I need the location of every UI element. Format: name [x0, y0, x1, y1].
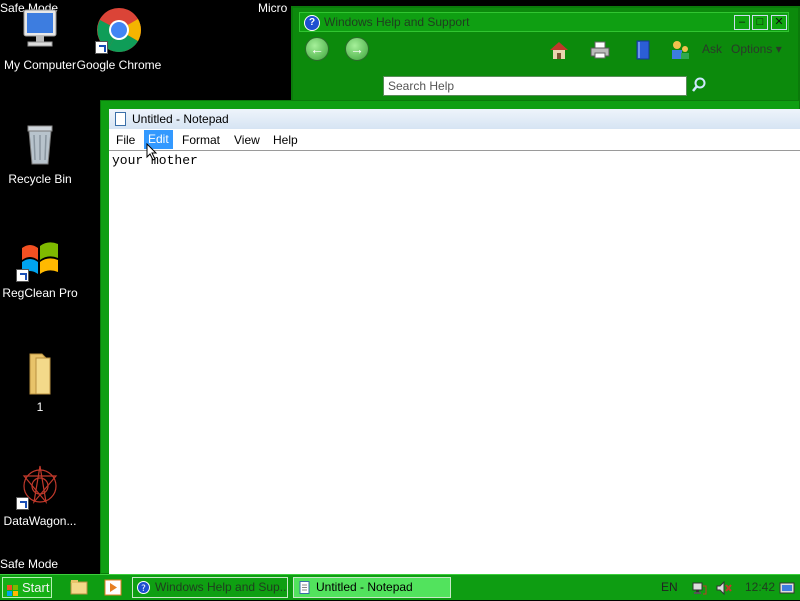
- desktop-icon-regclean-pro[interactable]: RegClean Pro: [0, 234, 85, 300]
- regclean-icon: [16, 234, 64, 282]
- partial-window-label: Micro: [258, 1, 288, 15]
- desktop-icon-label: 1: [36, 400, 44, 414]
- chevron-down-icon: ▾: [775, 42, 782, 56]
- start-label: Start: [22, 580, 50, 595]
- file-explorer-icon[interactable]: [70, 579, 88, 596]
- notepad-icon: [298, 581, 311, 594]
- browse-help-book-icon[interactable]: [632, 40, 654, 60]
- help-search-input[interactable]: Search Help: [383, 76, 687, 96]
- taskbar: Start ? Windows Help and Sup... Untitled…: [0, 574, 800, 600]
- home-icon[interactable]: [548, 40, 570, 60]
- help-and-support-window: ? Windows Help and Support – □ ✕ ← → Ask…: [291, 6, 800, 102]
- forward-arrow-icon[interactable]: →: [345, 37, 369, 61]
- show-desktop-icon[interactable]: [779, 580, 795, 596]
- start-button[interactable]: Start: [2, 577, 52, 598]
- menu-item-format[interactable]: Format: [178, 132, 224, 148]
- desktop-icon-google-chrome[interactable]: Google Chrome: [74, 6, 164, 72]
- desktop-icon-datawagon[interactable]: DataWagon...: [0, 462, 85, 528]
- desktop-icon-my-computer[interactable]: My Computer: [0, 6, 85, 72]
- svg-text:?: ?: [141, 584, 146, 594]
- safe-mode-label-bottom: Safe Mode: [0, 557, 59, 571]
- notepad-title-bar[interactable]: Untitled - Notepad: [109, 109, 800, 129]
- taskbar-item-label: Untitled - Notepad: [316, 580, 413, 594]
- desktop-icon-folder-1[interactable]: 1: [0, 348, 85, 414]
- notepad-menu-bar: File Edit Format View Help: [109, 129, 800, 151]
- menu-item-help[interactable]: Help: [269, 132, 302, 148]
- notepad-window: Untitled - Notepad File Edit Format View…: [100, 100, 800, 575]
- menu-item-file[interactable]: File: [112, 132, 139, 148]
- help-question-icon: ?: [137, 581, 150, 594]
- menu-item-view[interactable]: View: [230, 132, 264, 148]
- help-close-button[interactable]: ✕: [771, 15, 787, 30]
- help-question-icon: ?: [304, 15, 320, 31]
- network-icon[interactable]: [691, 580, 707, 596]
- search-icon[interactable]: [691, 77, 707, 93]
- desktop-icon-label: DataWagon...: [3, 514, 77, 528]
- desktop-icon-label: Google Chrome: [76, 58, 162, 72]
- shortcut-arrow-icon: [16, 497, 29, 510]
- computer-icon: [16, 6, 64, 54]
- notepad-icon: [115, 112, 126, 126]
- desktop-icon-label: My Computer: [3, 58, 77, 72]
- help-maximize-button[interactable]: □: [752, 15, 768, 30]
- media-player-icon[interactable]: [104, 579, 122, 596]
- options-menu[interactable]: Options ▾: [731, 42, 782, 56]
- volume-muted-icon[interactable]: [716, 580, 732, 596]
- taskbar-item-help-and-support[interactable]: ? Windows Help and Sup...: [132, 577, 288, 598]
- options-label: Options: [731, 42, 773, 56]
- shortcut-arrow-icon: [95, 41, 108, 54]
- recycle-bin-icon: [16, 120, 64, 168]
- datawagon-icon: [16, 462, 64, 510]
- desktop-icon-recycle-bin[interactable]: Recycle Bin: [0, 120, 85, 186]
- language-indicator[interactable]: EN: [661, 580, 678, 594]
- ask-label[interactable]: Ask: [702, 42, 722, 56]
- help-window-title: Windows Help and Support: [324, 15, 470, 29]
- notepad-text-area[interactable]: your mother: [109, 151, 800, 575]
- desktop-icon-label: Recycle Bin: [8, 172, 72, 186]
- windows-flag-icon: [7, 582, 18, 596]
- shortcut-arrow-icon: [16, 269, 29, 282]
- system-clock[interactable]: 12:42: [745, 580, 775, 594]
- taskbar-item-label: Windows Help and Sup...: [155, 580, 288, 594]
- print-icon[interactable]: [589, 40, 611, 60]
- folder-icon: [16, 348, 64, 396]
- desktop-icon-label: RegClean Pro: [2, 286, 78, 300]
- taskbar-item-notepad[interactable]: Untitled - Notepad: [293, 577, 451, 598]
- help-minimize-button[interactable]: –: [734, 15, 750, 30]
- help-title-bar[interactable]: ? Windows Help and Support – □ ✕: [299, 12, 789, 32]
- ask-people-icon[interactable]: [669, 40, 691, 60]
- back-arrow-icon[interactable]: ←: [305, 37, 329, 61]
- notepad-window-title: Untitled - Notepad: [132, 112, 229, 126]
- chrome-icon: [95, 6, 143, 54]
